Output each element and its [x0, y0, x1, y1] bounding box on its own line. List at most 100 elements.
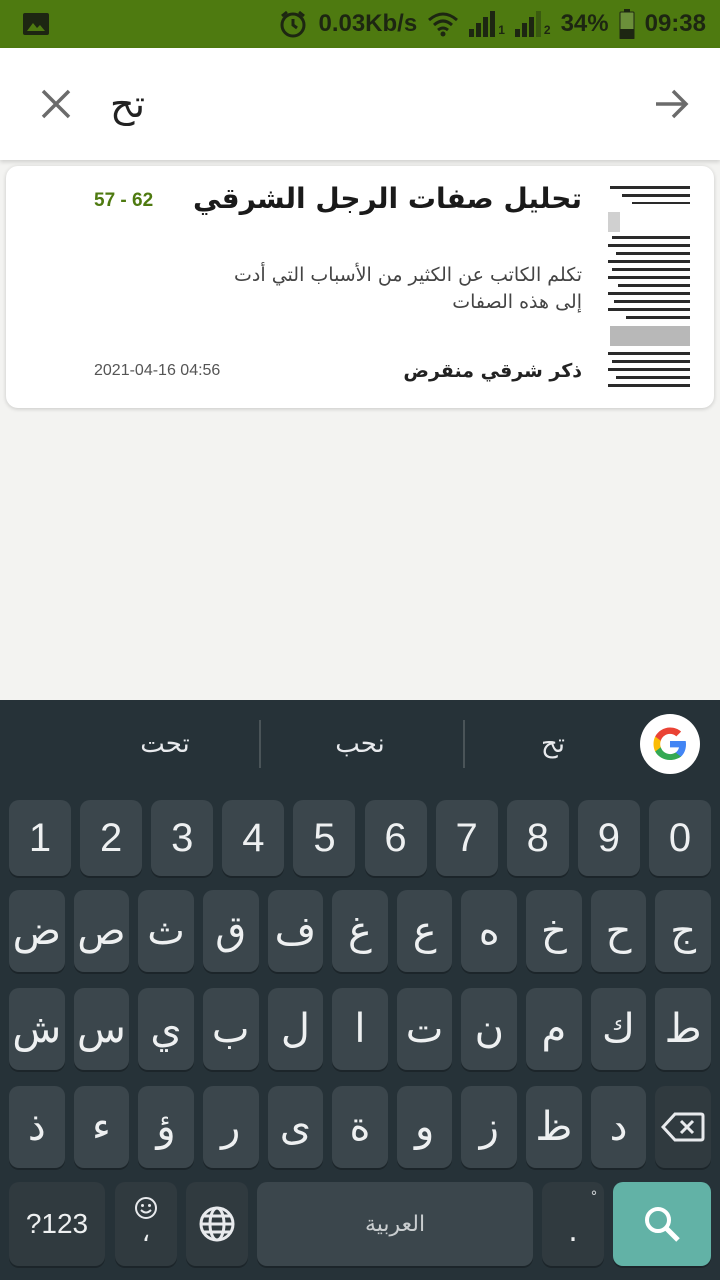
space-key[interactable]: العربية [257, 1182, 533, 1266]
letter-key[interactable]: ر [202, 1086, 259, 1168]
letter-key[interactable]: ة [332, 1086, 388, 1168]
language-key[interactable] [186, 1182, 248, 1266]
letter-key-label: غ [348, 908, 372, 954]
space-key-label: العربية [364, 1211, 426, 1237]
number-key[interactable]: 9 [577, 800, 640, 876]
letter-key-label: ض [12, 908, 61, 954]
number-key-label: 9 [597, 815, 620, 860]
letter-key-label: ق [215, 908, 247, 954]
result-card[interactable]: تحليل صفات الرجل الشرقي 57 - 62 تكلم الك… [6, 166, 714, 408]
letter-key[interactable]: ط [655, 988, 711, 1070]
symbols-key[interactable]: ?123 [9, 1182, 105, 1266]
letter-key[interactable]: ت [396, 988, 453, 1070]
search-input[interactable] [110, 74, 630, 134]
backspace-key[interactable] [655, 1086, 711, 1168]
letter-key[interactable]: ع [396, 890, 453, 972]
letter-key[interactable]: ص [73, 890, 130, 972]
letter-key[interactable]: ه [461, 890, 518, 972]
letter-key[interactable]: ن [461, 988, 518, 1070]
letter-key-label: ذ [27, 1104, 46, 1150]
letter-key[interactable]: ق [202, 890, 259, 972]
globe-icon [199, 1206, 235, 1242]
letter-key[interactable]: و [396, 1086, 453, 1168]
submit-search-button[interactable] [648, 82, 696, 126]
letter-key[interactable]: س [73, 988, 130, 1070]
letter-key[interactable]: ء [73, 1086, 130, 1168]
letter-key[interactable]: ش [9, 988, 65, 1070]
letter-key[interactable]: ب [202, 988, 259, 1070]
comma-label: ، [141, 1218, 151, 1248]
letter-key[interactable]: ف [267, 890, 324, 972]
number-key[interactable]: 5 [293, 800, 356, 876]
backspace-icon [661, 1112, 705, 1142]
letter-key-label: ى [279, 1104, 311, 1150]
letter-key[interactable]: ؤ [138, 1086, 194, 1168]
letter-key[interactable]: ك [590, 988, 647, 1070]
signal-icon [469, 11, 496, 37]
letter-key[interactable]: ي [138, 988, 194, 1070]
suggestion-3[interactable]: تحت [70, 722, 260, 766]
letter-key-label: ث [147, 908, 185, 954]
suggestion-1[interactable]: تح [466, 722, 640, 766]
letter-key[interactable]: ل [267, 988, 324, 1070]
letter-key-label: ك [602, 1006, 636, 1052]
close-button[interactable] [34, 82, 78, 126]
suggestion-strip: تحت نحب تح [0, 700, 720, 788]
google-button[interactable] [640, 714, 700, 774]
number-key[interactable]: 8 [506, 800, 569, 876]
letter-key[interactable]: ج [655, 890, 711, 972]
letter-key[interactable]: د [590, 1086, 647, 1168]
letter-key-label: ظ [535, 1104, 573, 1150]
letter-key[interactable]: ى [267, 1086, 324, 1168]
status-bar: 0.03Kb/s 1 2 34% 09:38 [0, 0, 720, 48]
result-title[interactable]: تحليل صفات الرجل الشرقي [193, 182, 582, 215]
suggestion-divider [463, 720, 465, 768]
letter-key-label: ع [412, 908, 437, 954]
close-icon [41, 89, 71, 119]
emoji-comma-key[interactable]: ، [115, 1182, 177, 1266]
number-key[interactable]: 0 [648, 800, 711, 876]
search-bar [0, 48, 720, 160]
letter-key[interactable]: ظ [526, 1086, 582, 1168]
number-key[interactable]: 7 [435, 800, 498, 876]
number-key[interactable]: 4 [222, 800, 285, 876]
number-key[interactable]: 3 [151, 800, 214, 876]
letter-key[interactable]: ذ [9, 1086, 65, 1168]
period-key[interactable]: ْ . [542, 1182, 604, 1266]
letter-key-label: ت [405, 1006, 444, 1052]
letter-key-label: ب [211, 1006, 250, 1052]
number-key[interactable]: 6 [364, 800, 427, 876]
number-key-label: 8 [526, 815, 549, 860]
suggestion-2[interactable]: نحب [262, 722, 458, 766]
letter-key[interactable]: غ [332, 890, 388, 972]
number-key-label: 6 [384, 815, 407, 860]
letter-key-label: د [609, 1104, 628, 1150]
letter-key-label: ز [479, 1104, 499, 1150]
image-icon [23, 13, 49, 35]
document-thumbnail [602, 180, 700, 394]
letter-key[interactable]: ث [138, 890, 194, 972]
letter-key[interactable]: م [526, 988, 582, 1070]
letter-key-label: م [541, 1006, 567, 1052]
letter-key[interactable]: خ [526, 890, 582, 972]
alarm-icon [280, 10, 306, 38]
letter-key-label: ص [77, 908, 126, 954]
sim2-label: 2 [543, 23, 551, 37]
letter-key-label: ء [92, 1104, 111, 1150]
letter-key-label: و [414, 1104, 435, 1150]
keyboard: تحت نحب تح ?123 ، العربية . 1 2 3 4 5 6 … [0, 700, 720, 1280]
number-key[interactable]: 1 [9, 800, 72, 876]
number-key[interactable]: 2 [80, 800, 143, 876]
letter-key[interactable]: ا [332, 988, 388, 1070]
letter-key-label: خ [540, 908, 567, 954]
letter-key-label: ي [150, 1006, 182, 1052]
letter-key-label: ج [670, 908, 697, 954]
letter-key[interactable]: ض [9, 890, 65, 972]
search-key[interactable] [613, 1182, 711, 1266]
letter-key[interactable]: ح [590, 890, 647, 972]
letter-key[interactable]: ز [461, 1086, 518, 1168]
emoji-icon [135, 1197, 157, 1219]
network-speed: 0.03Kb/s [318, 10, 418, 37]
letter-key-label: ن [474, 1006, 504, 1052]
battery-percent: 34% [560, 10, 609, 37]
